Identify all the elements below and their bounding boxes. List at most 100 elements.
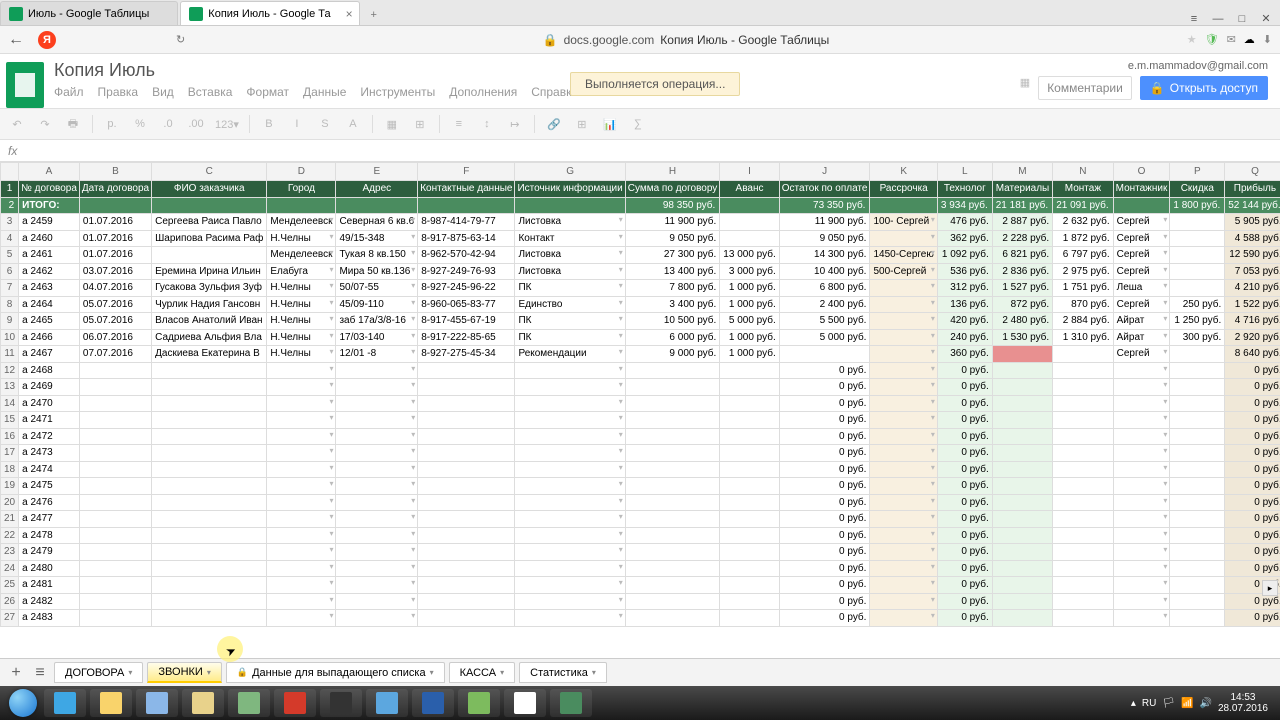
cell[interactable] [1170,379,1225,396]
cell[interactable]: 7 800 руб. [625,280,720,297]
sheet-tab[interactable]: Статистика▾ [519,662,607,683]
all-sheets-button[interactable]: ≡ [30,664,50,682]
sheet-tab[interactable]: ЗВОНКИ▾ [147,662,221,683]
menu-Файл[interactable]: Файл [54,85,84,99]
minimize-icon[interactable]: — [1210,13,1226,25]
cell[interactable]: а 2462 [19,263,80,280]
cell[interactable] [870,395,937,412]
cell[interactable] [418,494,515,511]
cell[interactable]: 0 руб. [1225,494,1280,511]
taskbar-app[interactable] [182,689,224,717]
cell[interactable] [418,445,515,462]
col-header[interactable]: D [267,163,336,181]
cell[interactable] [870,445,937,462]
cell[interactable]: 0 руб. [937,478,992,495]
cell[interactable]: 0 руб. [779,478,870,495]
cell[interactable]: 1 522 руб. [1225,296,1280,313]
cell[interactable] [870,478,937,495]
cell[interactable]: 01.07.2016 [79,230,151,247]
cell[interactable] [1170,461,1225,478]
col-header[interactable] [1,163,19,181]
cell[interactable]: 1 250 руб. [1170,313,1225,330]
cell[interactable]: а 2476 [19,494,80,511]
cell[interactable]: 1 527 руб. [992,280,1052,297]
cell[interactable]: 0 руб. [937,445,992,462]
browser-tab-1[interactable]: Июль - Google Таблицы [0,1,178,25]
cell[interactable] [267,379,336,396]
cell[interactable]: 6 797 руб. [1053,247,1113,264]
cell[interactable] [625,593,720,610]
toolbar-item[interactable]: % [131,118,149,130]
cell[interactable] [79,445,151,462]
cell[interactable]: 1 000 руб. [720,280,779,297]
cell[interactable]: 8 640 руб. [1225,346,1280,363]
reload-icon[interactable]: ↻ [176,33,185,46]
header-cell[interactable]: Источник информации [515,181,625,198]
cell[interactable] [515,527,625,544]
cell[interactable]: 0 руб. [779,395,870,412]
cell[interactable] [870,511,937,528]
cell[interactable] [992,544,1052,561]
menu-Дополнения[interactable]: Дополнения [449,85,517,99]
cell[interactable]: 01.07.2016 [79,247,151,264]
cell[interactable] [720,461,779,478]
cell[interactable]: 12/01 -8 [336,346,418,363]
cell[interactable]: 0 руб. [937,610,992,627]
cell[interactable]: 0 руб. [937,494,992,511]
cell[interactable] [1113,527,1170,544]
sheet-tab[interactable]: КАССА▾ [449,662,516,683]
cell[interactable] [267,560,336,577]
cell[interactable] [1113,379,1170,396]
cell[interactable] [1053,412,1113,429]
cell[interactable] [992,379,1052,396]
flag-icon[interactable]: 🏳 [1162,698,1175,709]
cell[interactable] [418,461,515,478]
cell[interactable] [1170,362,1225,379]
cell[interactable] [152,544,267,561]
toolbar-item[interactable]: .00 [187,118,205,130]
download-icon[interactable]: ⬇ [1263,33,1272,46]
col-header[interactable]: K [870,163,937,181]
cell[interactable] [79,577,151,594]
col-header[interactable]: Q [1225,163,1280,181]
cell[interactable] [418,478,515,495]
cell[interactable]: а 2480 [19,560,80,577]
cell[interactable]: Листовка [515,247,625,264]
star-icon[interactable]: ★ [1187,33,1197,46]
cell[interactable]: Н.Челны [267,329,336,346]
cell[interactable]: 8-962-570-42-94 [418,247,515,264]
user-email[interactable]: e.m.mammadov@gmail.com [1020,60,1268,72]
cell[interactable]: Сергеева Раиса Павло [152,214,267,231]
cell[interactable]: 0 руб. [779,544,870,561]
cell[interactable]: 0 руб. [779,428,870,445]
cell[interactable]: 0 руб. [1225,560,1280,577]
cell[interactable] [418,395,515,412]
cell[interactable] [152,494,267,511]
cell[interactable]: 0 руб. [1225,379,1280,396]
cell[interactable]: а 2471 [19,412,80,429]
doc-title[interactable]: Копия Июль [54,60,1020,81]
cell[interactable]: Н.Челны [267,280,336,297]
cell[interactable]: 6 000 руб. [625,329,720,346]
cell[interactable]: 0 руб. [1225,412,1280,429]
cell[interactable] [1170,593,1225,610]
cell[interactable] [515,445,625,462]
taskbar-app[interactable] [136,689,178,717]
cell[interactable] [870,280,937,297]
cell[interactable] [1113,395,1170,412]
cell[interactable] [992,346,1052,363]
cell[interactable]: Еремина Ирина Ильин [152,263,267,280]
cell[interactable] [1053,478,1113,495]
cell[interactable] [1170,346,1225,363]
cell[interactable] [1053,346,1113,363]
cell[interactable]: 07.07.2016 [79,346,151,363]
cell[interactable] [625,478,720,495]
cell[interactable] [79,610,151,627]
cell[interactable] [418,412,515,429]
taskbar-app[interactable] [228,689,270,717]
cell[interactable]: 10 500 руб. [625,313,720,330]
cell[interactable] [336,494,418,511]
cell[interactable]: 05.07.2016 [79,313,151,330]
cell[interactable] [779,346,870,363]
cell[interactable] [992,461,1052,478]
